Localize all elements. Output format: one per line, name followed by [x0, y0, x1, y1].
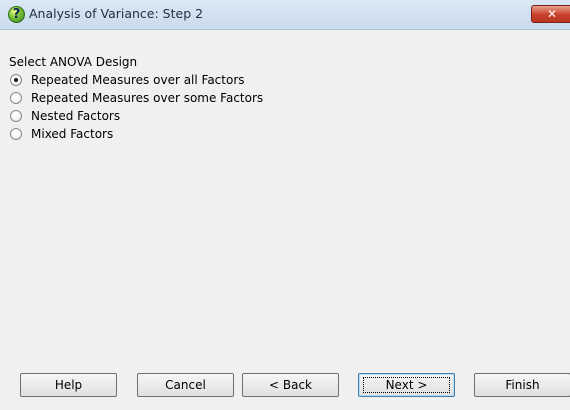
radio-button[interactable]: [10, 92, 22, 104]
anova-design-label: Select ANOVA Design: [9, 55, 138, 69]
radio-label: Mixed Factors: [31, 127, 114, 141]
help-question-icon: ?: [8, 6, 25, 23]
back-button-label: < Back: [268, 378, 312, 392]
close-icon: ✕: [546, 7, 558, 21]
window-title: Analysis of Variance: Step 2: [29, 6, 204, 21]
radio-label: Nested Factors: [31, 109, 121, 123]
title-bar: ? Analysis of Variance: Step 2 ✕: [0, 0, 570, 30]
close-button[interactable]: ✕: [531, 5, 570, 23]
cancel-button-label: Cancel: [165, 378, 206, 392]
help-button[interactable]: Help: [20, 373, 117, 397]
cancel-button[interactable]: Cancel: [137, 373, 234, 397]
radio-label: Repeated Measures over all Factors: [31, 73, 245, 87]
radio-button[interactable]: [10, 128, 22, 140]
radio-button[interactable]: [10, 110, 22, 122]
help-button-label: Help: [54, 378, 83, 392]
finish-button[interactable]: Finish: [474, 373, 570, 397]
radio-label: Repeated Measures over some Factors: [31, 91, 264, 105]
dialog-content: Select ANOVA Design Repeated Measures ov…: [0, 30, 570, 410]
radio-button[interactable]: [10, 74, 22, 86]
next-button[interactable]: Next >: [358, 373, 455, 397]
back-button[interactable]: < Back: [242, 373, 339, 397]
finish-button-label: Finish: [505, 378, 540, 392]
next-button-label: Next >: [385, 378, 428, 392]
